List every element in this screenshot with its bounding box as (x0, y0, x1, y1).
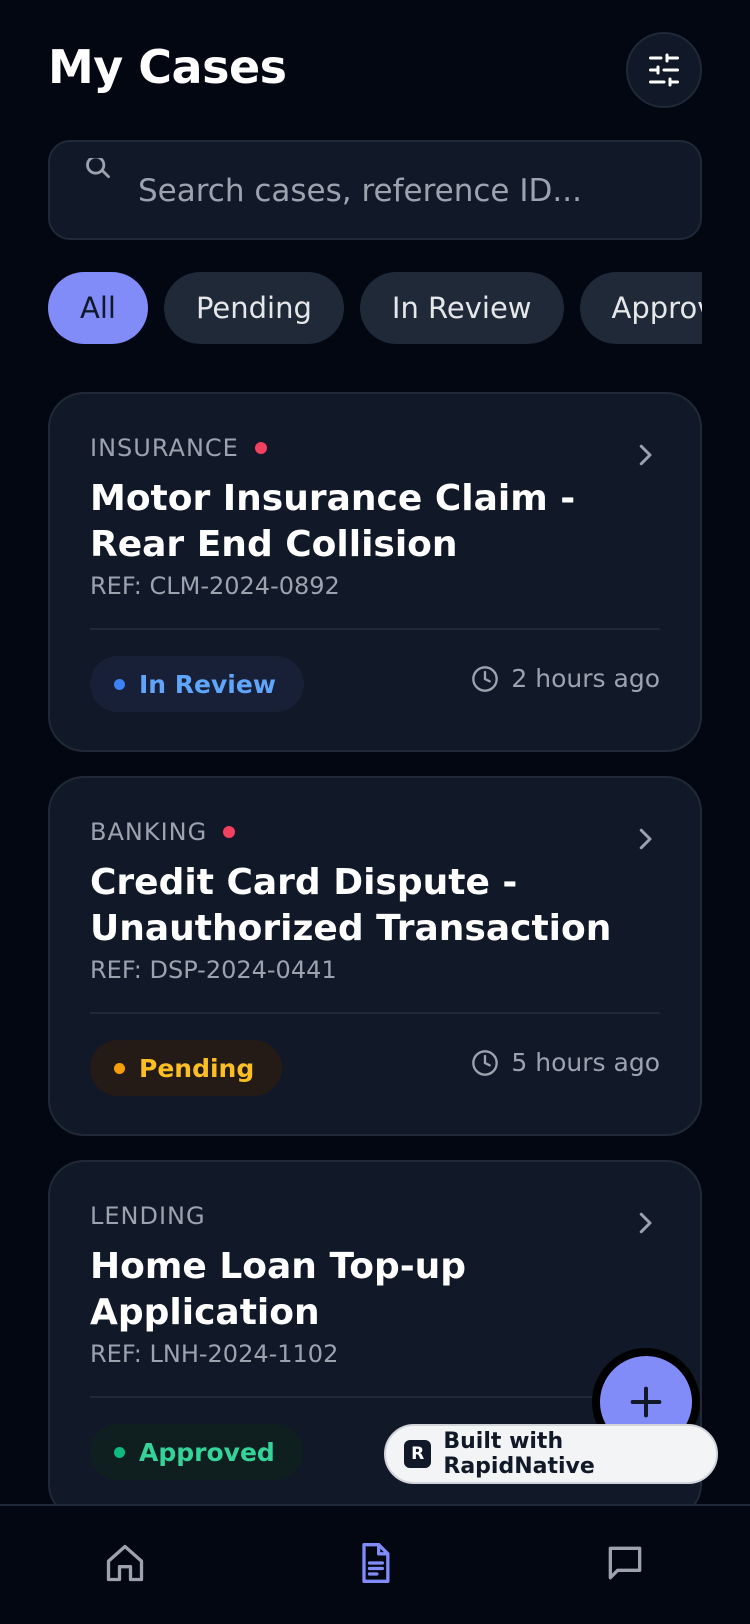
filter-chip-in-review[interactable]: In Review (359, 272, 564, 344)
case-title: Credit Card Dispute - Unauthorized Trans… (90, 862, 612, 949)
status-badge: Pending (90, 1040, 283, 1096)
case-title: Home Loan Top-up Application (90, 1246, 467, 1333)
home-icon (106, 1544, 144, 1582)
built-with-badge[interactable]: R Built with RapidNative (384, 1424, 718, 1484)
plus-icon (630, 1386, 662, 1418)
filter-button[interactable] (626, 32, 702, 108)
case-reference: REF: CLM-2024-0892 (90, 572, 340, 600)
filter-chips: All Pending In Review Approved (48, 272, 702, 344)
chevron-right-icon (639, 828, 652, 850)
case-reference: REF: DSP-2024-0441 (90, 956, 337, 984)
filter-chip-pending[interactable]: Pending (163, 272, 344, 344)
search-bar[interactable] (48, 140, 702, 240)
clock-icon (472, 1049, 499, 1076)
status-dot (114, 1446, 125, 1458)
built-with-text: Built with RapidNative (443, 1429, 595, 1479)
search-icon (86, 158, 110, 179)
search-input[interactable] (138, 166, 678, 216)
case-card[interactable]: INSURANCE Motor Insurance Claim - Rear E… (48, 392, 702, 752)
case-category: BANKING (90, 818, 236, 846)
document-icon (362, 1543, 390, 1583)
page-title: My Cases (48, 40, 287, 94)
case-title: Motor Insurance Claim - Rear End Collisi… (90, 478, 576, 565)
card-divider (90, 1396, 660, 1398)
case-time: 5 hours ago (471, 1048, 660, 1077)
sliders-icon (649, 53, 679, 87)
bottom-tab-bar (0, 1504, 750, 1624)
clock-icon (472, 665, 499, 692)
tab-cases[interactable] (350, 1538, 400, 1588)
case-category: INSURANCE (90, 434, 267, 462)
status-dot (114, 1062, 125, 1074)
unread-dot (254, 442, 267, 454)
card-divider (90, 628, 660, 630)
unread-dot (223, 826, 236, 838)
rapidnative-logo-icon: R (404, 1440, 432, 1468)
tab-home[interactable] (100, 1538, 150, 1588)
case-category: LENDING (90, 1202, 206, 1230)
chevron-right-icon (639, 444, 652, 466)
status-badge: Approved (90, 1424, 303, 1480)
card-divider (90, 1012, 660, 1014)
status-badge: In Review (90, 656, 304, 712)
case-time: 2 hours ago (471, 664, 660, 693)
chevron-right-icon (639, 1212, 652, 1234)
case-reference: REF: LNH-2024-1102 (90, 1340, 339, 1368)
filter-chip-approved[interactable]: Approved (579, 272, 702, 344)
case-card[interactable]: BANKING Credit Card Dispute - Unauthoriz… (48, 776, 702, 1136)
tab-messages[interactable] (600, 1538, 650, 1588)
my-cases-screen: My Cases All Pending In Review Approved … (0, 0, 750, 1624)
filter-chip-all[interactable]: All (48, 272, 148, 344)
chat-icon (608, 1546, 642, 1580)
status-dot (114, 678, 125, 690)
